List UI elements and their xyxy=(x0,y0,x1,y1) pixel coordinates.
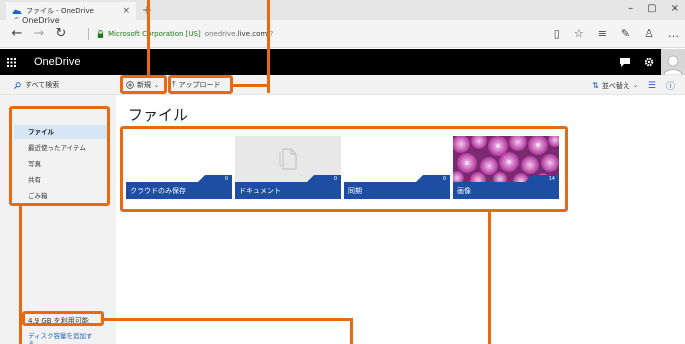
waffle-grid-icon xyxy=(6,57,16,67)
settings-gear-icon[interactable] xyxy=(637,49,661,75)
address-url-domain: live.com xyxy=(237,30,268,38)
callout-line-upload-horizontal xyxy=(232,84,270,87)
callout-line-storage-horizontal xyxy=(103,318,353,321)
sort-icon: ⇅ xyxy=(592,81,599,90)
app-launcher-icon[interactable] xyxy=(0,49,22,75)
list-view-icon[interactable]: ☰ xyxy=(648,81,656,91)
browser-tab-bar: ファイル - OneDrive × + – ▢ × xyxy=(0,0,685,20)
browser-tab-title: ファイル - OneDrive xyxy=(26,7,94,15)
command-bar: すべて検索 新規 ⌄ ⤒ アップロード ⇅ 並べ替え ⌄ ☰ ⓘ xyxy=(0,75,685,95)
forward-icon[interactable]: → xyxy=(28,26,50,41)
search-icon xyxy=(14,81,21,89)
callout-line-storage-vertical xyxy=(350,318,353,344)
person-silhouette-icon xyxy=(663,55,683,75)
details-pane-icon[interactable]: ⓘ xyxy=(666,79,675,92)
refresh-icon[interactable]: ↻ xyxy=(50,26,72,41)
maximize-button[interactable]: ▢ xyxy=(647,3,656,14)
hub-icon[interactable]: ≡ xyxy=(598,27,607,40)
close-window-button[interactable]: × xyxy=(671,3,679,14)
address-org-label: Microsoft Corporation [US] xyxy=(108,30,201,38)
search-label: すべて検索 xyxy=(25,81,60,89)
back-icon[interactable]: ← xyxy=(6,26,28,41)
address-divider xyxy=(88,28,89,40)
address-bar[interactable]: Microsoft Corporation [US] onedrive.live… xyxy=(88,24,548,44)
app-title[interactable]: OneDrive xyxy=(34,56,80,68)
sort-button[interactable]: ⇅ 並べ替え ⌄ xyxy=(592,81,638,91)
address-url: onedrive.live.com/? xyxy=(205,30,274,38)
share-icon[interactable]: ♙ xyxy=(644,27,654,40)
web-note-icon[interactable]: ✎ xyxy=(621,27,630,40)
minimize-button[interactable]: – xyxy=(628,3,633,14)
callout-storage xyxy=(22,311,104,326)
callout-line-folders xyxy=(488,211,491,344)
favorite-star-icon[interactable]: ☆ xyxy=(574,27,584,40)
address-url-prefix: onedrive. xyxy=(204,30,238,38)
callout-line-upload-vertical xyxy=(267,0,270,93)
tab-close-icon[interactable]: × xyxy=(122,6,130,16)
header-icons xyxy=(613,49,685,75)
view-controls: ⇅ 並べ替え ⌄ ☰ ⓘ xyxy=(592,79,675,93)
callout-folder-tiles xyxy=(120,126,568,212)
search-box[interactable]: すべて検索 xyxy=(14,80,59,90)
chevron-down-icon: ⌄ xyxy=(632,82,638,89)
sidebar-root-onedrive[interactable]: ^ OneDrive xyxy=(14,16,60,25)
callout-line-new xyxy=(147,0,150,76)
onedrive-cloud-icon xyxy=(12,9,22,14)
lock-icon xyxy=(97,30,104,38)
reading-view-icon[interactable]: ▯ xyxy=(554,27,560,40)
user-avatar[interactable] xyxy=(661,49,685,75)
sort-label: 並べ替え xyxy=(601,81,630,90)
page-title: ファイル xyxy=(128,106,189,124)
window-controls: – ▢ × xyxy=(628,3,679,14)
callout-navigation-pane xyxy=(9,106,110,206)
browser-toolbar-right: ▯ ☆ ≡ ✎ ♙ … xyxy=(554,27,679,40)
sidebar-root-label: OneDrive xyxy=(22,16,60,25)
onedrive-header: OneDrive xyxy=(0,49,685,75)
feedback-icon[interactable] xyxy=(613,49,637,75)
callout-upload-button xyxy=(168,75,233,94)
chevron-up-icon: ^ xyxy=(14,17,20,24)
callout-new-button xyxy=(120,75,167,94)
more-icon[interactable]: … xyxy=(668,27,679,40)
add-storage-link[interactable]: ディスク容量を追加す る xyxy=(28,332,98,344)
